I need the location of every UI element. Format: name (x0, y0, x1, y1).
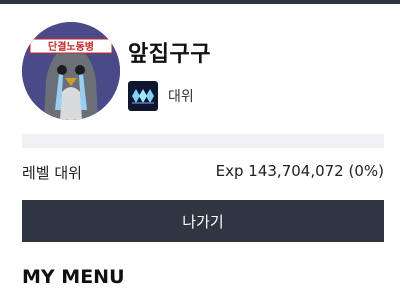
exp-value: Exp 143,704,072 (0%) (215, 162, 384, 180)
rank-row: 대위 (128, 81, 194, 111)
top-bar (0, 0, 400, 4)
leave-button[interactable]: 나가기 (22, 200, 384, 242)
rank-label: 대위 (168, 89, 194, 105)
level-label: 레벨 대위 (22, 164, 82, 182)
exp-progress-bar (22, 134, 384, 148)
avatar: 단결노동병 (22, 22, 120, 120)
diamond-rank-icon (128, 81, 158, 111)
penguin-avatar-image: 단결노동병 (22, 22, 120, 120)
headband-text: 단결노동병 (48, 40, 94, 53)
my-menu-heading: MY MENU (22, 266, 125, 288)
username: 앞집구구 (128, 42, 211, 67)
